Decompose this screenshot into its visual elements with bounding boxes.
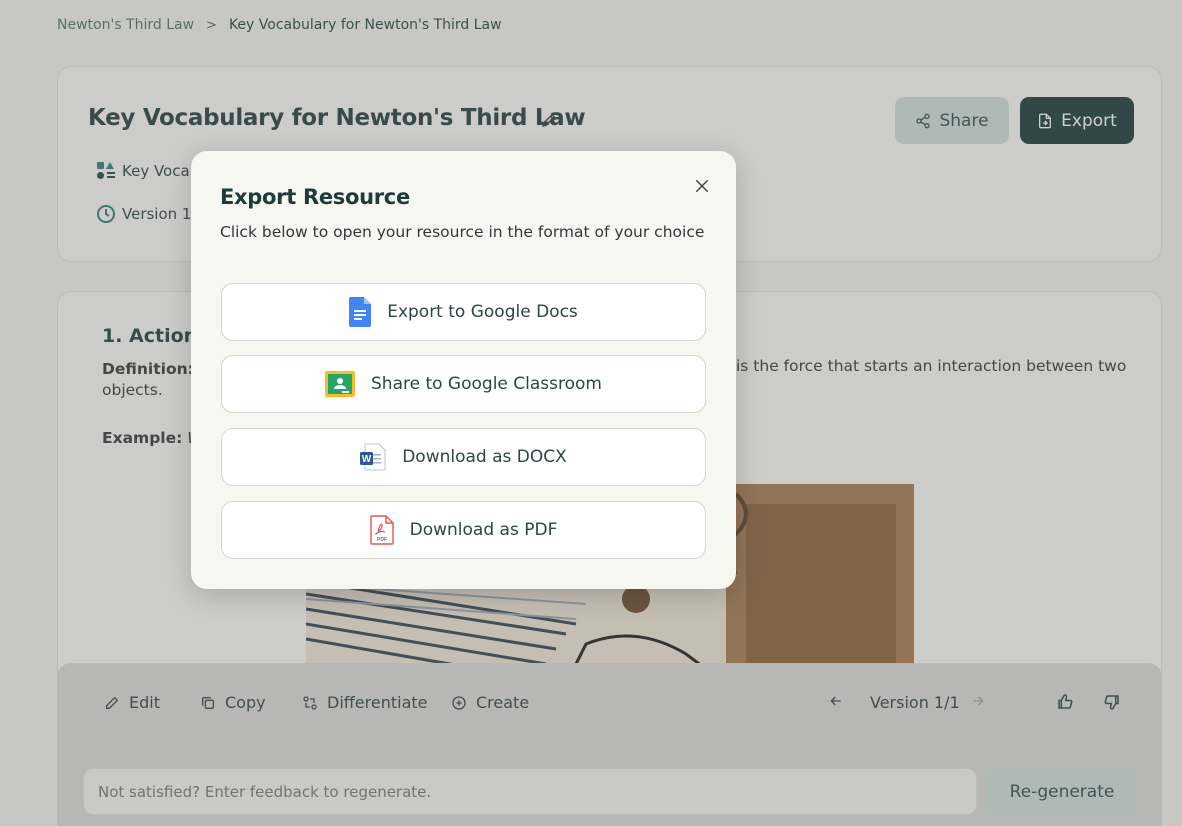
svg-text:PDF: PDF [377, 537, 387, 543]
google-classroom-icon [325, 371, 355, 397]
share-google-classroom-label: Share to Google Classroom [371, 374, 602, 394]
download-docx-label: Download as DOCX [402, 447, 567, 467]
svg-text:W: W [362, 454, 372, 465]
modal-title: Export Resource [220, 185, 410, 209]
share-google-classroom-button[interactable]: Share to Google Classroom [221, 355, 706, 413]
download-docx-button[interactable]: W Download as DOCX [221, 428, 706, 486]
export-google-docs-label: Export to Google Docs [387, 302, 578, 322]
download-pdf-label: Download as PDF [409, 520, 558, 540]
download-pdf-button[interactable]: PDF Download as PDF [221, 501, 706, 559]
pdf-icon: PDF [369, 515, 394, 545]
export-google-docs-button[interactable]: Export to Google Docs [221, 283, 706, 341]
google-docs-icon [349, 297, 372, 327]
export-resource-modal: Export Resource Click below to open your… [191, 151, 736, 589]
page: Newton's Third Law > Key Vocabulary for … [0, 0, 1182, 826]
word-docx-icon: W [360, 443, 386, 471]
close-icon[interactable] [693, 177, 711, 195]
modal-subtitle: Click below to open your resource in the… [220, 223, 705, 241]
